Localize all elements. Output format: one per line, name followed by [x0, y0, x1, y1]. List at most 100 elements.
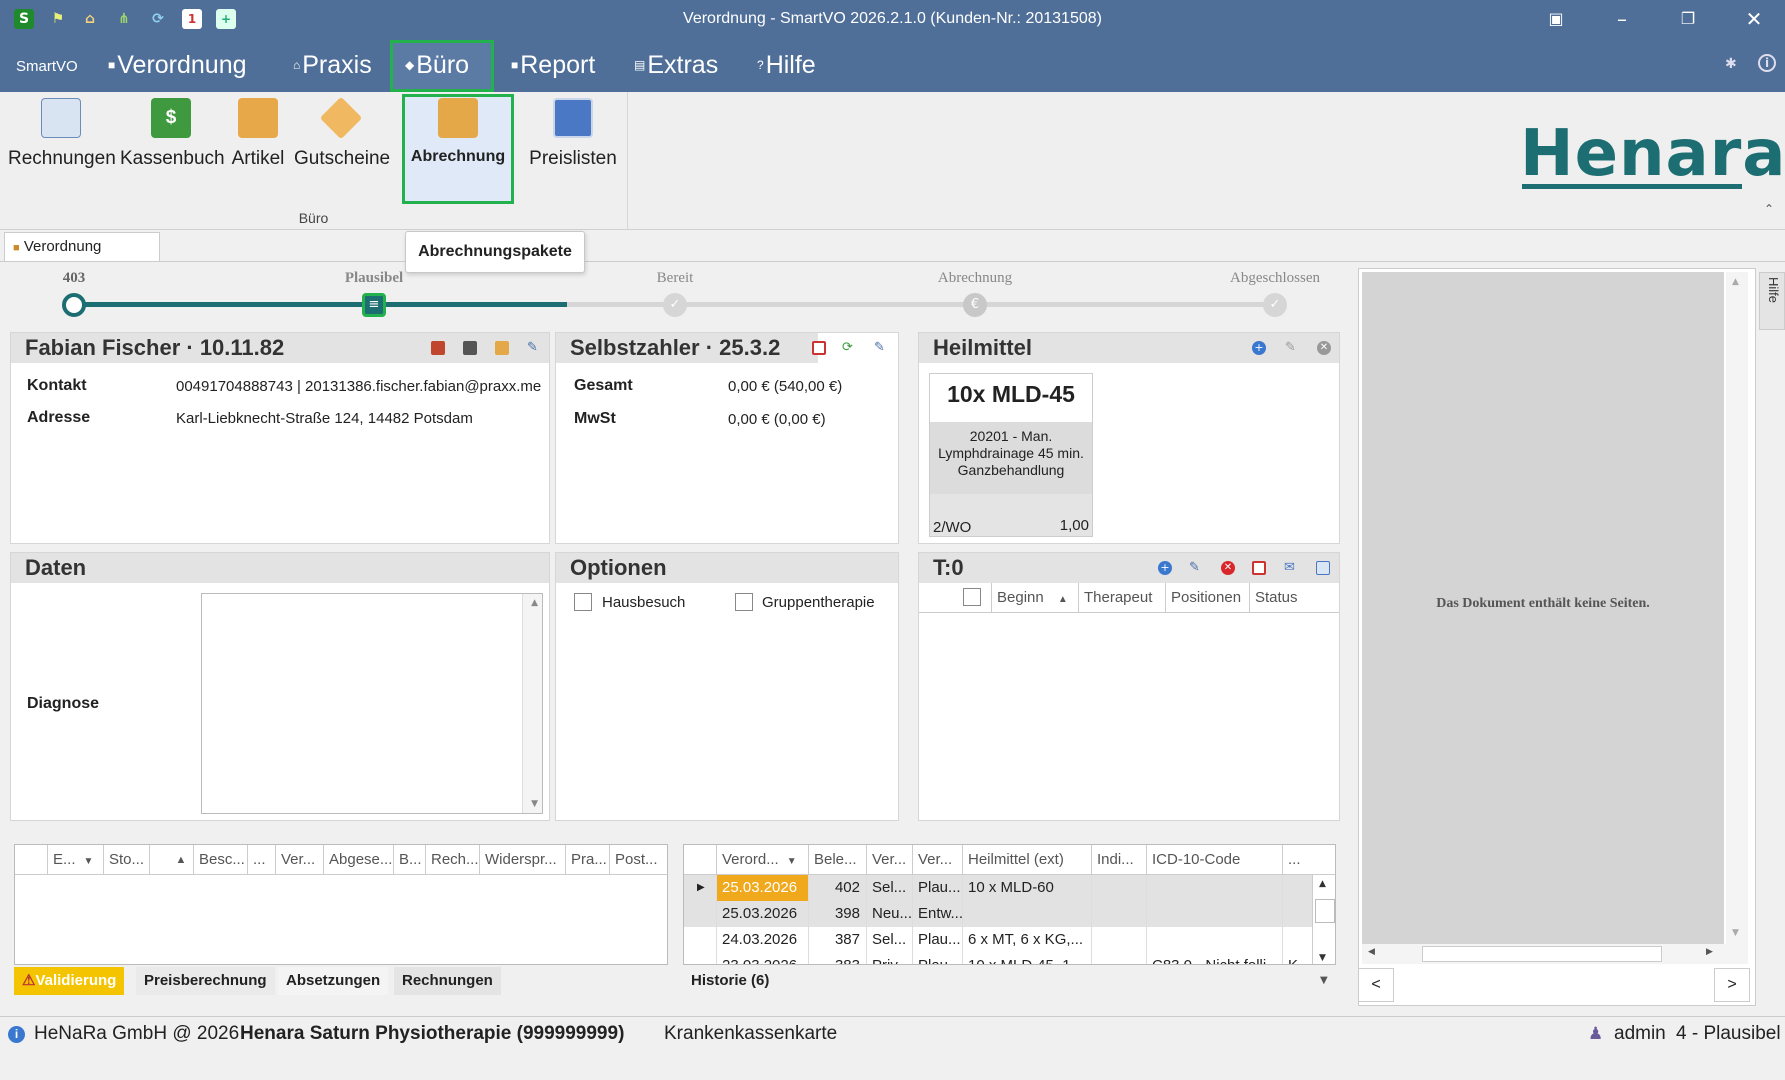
col-positionen[interactable]: Positionen	[1165, 583, 1245, 613]
mail-icon[interactable]: ✉	[1284, 561, 1298, 575]
scroll-down-icon[interactable]: ▼	[1732, 928, 1739, 938]
close-button[interactable]: ✕	[1724, 0, 1784, 38]
step-current-icon[interactable]: ≡	[362, 293, 386, 317]
col-sto[interactable]: Sto...	[103, 845, 149, 875]
edit-icon[interactable]: ✎	[874, 341, 888, 355]
ribbon-gutscheine-button[interactable]: Gutscheine	[294, 96, 390, 196]
hscroll-thumb[interactable]	[1422, 946, 1662, 962]
step-complete-icon[interactable]: ✓	[1263, 293, 1287, 317]
ribbon-kassenbuch-button[interactable]: $ Kassenbuch	[120, 98, 225, 196]
minimize-button[interactable]: –	[1592, 0, 1652, 38]
menu-verordnung[interactable]: ■Verordnung	[108, 50, 247, 80]
current-row-indicator-icon: ▶	[697, 882, 705, 893]
menu-praxis[interactable]: ⌂Praxis	[293, 50, 372, 80]
layout-icon[interactable]: ▣	[1526, 0, 1586, 38]
hilfe-side-tab[interactable]: Hilfe	[1759, 272, 1785, 330]
tab-validierung[interactable]: ⚠Validierung	[14, 967, 125, 995]
diagnose-textarea[interactable]: ▲ ▼	[201, 593, 543, 814]
scroll-down-icon[interactable]: ▼	[1319, 953, 1326, 963]
package-icon[interactable]	[495, 341, 509, 355]
col-therapeut[interactable]: Therapeut	[1078, 583, 1158, 613]
menu-hilfe[interactable]: ?Hilfe	[757, 50, 816, 80]
menu-report[interactable]: ■Report	[511, 50, 595, 80]
list-icon[interactable]	[463, 341, 477, 355]
heilmittel-panel: Heilmittel + ✎ ✕ 10x MLD-45 20201 - Man.…	[918, 332, 1340, 544]
ribbon-artikel-button[interactable]: Artikel	[228, 98, 288, 196]
prev-page-button[interactable]: <	[1358, 968, 1394, 1002]
preview-hscroll[interactable]: ◀ ▶	[1362, 944, 1748, 964]
vscroll-thumb[interactable]	[1315, 899, 1335, 923]
col-beginn[interactable]: Beginn ▲	[991, 583, 1078, 613]
calendar-icon[interactable]	[812, 341, 826, 355]
col-e[interactable]: E... ▼	[47, 845, 103, 875]
hausbesuch-checkbox[interactable]	[574, 593, 592, 611]
heilmittel-card[interactable]: 10x MLD-45 20201 - Man. Lymphdrainage 45…	[929, 373, 1093, 537]
info-icon[interactable]: i	[1758, 54, 1776, 72]
col-more[interactable]: ...	[1282, 845, 1310, 875]
add-icon[interactable]: +	[1158, 561, 1172, 575]
tab-preisberechnung[interactable]: Preisberechnung	[136, 967, 275, 995]
col-abgese[interactable]: Abgese...	[323, 845, 393, 875]
col-ver-a[interactable]: Ver...	[866, 845, 912, 875]
col-widerspr[interactable]: Widerspr...	[479, 845, 565, 875]
scroll-up-icon[interactable]: ▲	[1319, 879, 1326, 889]
col-rech[interactable]: Rech...	[425, 845, 479, 875]
add-icon[interactable]: +	[1252, 341, 1266, 355]
step-check-icon[interactable]: ✓	[663, 293, 687, 317]
col-ver[interactable]: Ver...	[275, 845, 323, 875]
history-row[interactable]: 25.03.2026 398 Neu... Entw...	[684, 901, 1312, 927]
tab-absetzungen[interactable]: Absetzungen	[278, 967, 389, 995]
restore-button[interactable]: ❐	[1658, 0, 1718, 38]
col-besc[interactable]: Besc...	[193, 845, 247, 875]
remove-icon[interactable]: ✕	[1317, 341, 1331, 355]
history-dropdown-icon[interactable]: ▼	[1320, 975, 1328, 986]
gruppentherapie-checkbox[interactable]	[735, 593, 753, 611]
diagnose-scrollbar[interactable]	[522, 594, 542, 813]
col-post[interactable]: Post...	[609, 845, 667, 875]
col-ver-b[interactable]: Ver...	[912, 845, 962, 875]
col-indi[interactable]: Indi...	[1091, 845, 1146, 875]
refresh-icon[interactable]: ⟳	[842, 341, 856, 355]
ribbon-preislisten-button[interactable]: Preislisten	[528, 98, 618, 196]
scroll-right-icon[interactable]: ▶	[1706, 947, 1713, 957]
menu-extras[interactable]: ▤Extras	[634, 50, 718, 80]
menu-buero-label: Büro	[416, 51, 470, 79]
history-row[interactable]: ▶ 25.03.2026 402 Sel... Plau... 10 x MLD-60	[684, 875, 1312, 901]
preview-vscroll[interactable]: ▲ ▼	[1726, 272, 1748, 944]
edit-icon[interactable]: ✎	[1285, 341, 1299, 355]
step-done-icon[interactable]	[62, 293, 86, 317]
col-status[interactable]: Status	[1249, 583, 1339, 613]
tab-verordnung[interactable]: ■ Verordnung	[4, 232, 160, 262]
history-vscroll[interactable]: ▲ ▼	[1312, 875, 1335, 964]
col-icd[interactable]: ICD-10-Code	[1146, 845, 1282, 875]
tab-historie[interactable]: Historie (6)	[683, 967, 778, 995]
edit-icon[interactable]: ✎	[1189, 561, 1203, 575]
ribbon-abrechnung-button[interactable]: Abrechnung	[405, 98, 511, 196]
calendar-icon[interactable]	[1252, 561, 1266, 575]
settings-icon[interactable]: ✱	[1725, 56, 1737, 72]
col-verord[interactable]: Verord... ▼	[716, 845, 808, 875]
list-view-icon[interactable]	[1316, 561, 1330, 575]
col-pra[interactable]: Pra...	[565, 845, 609, 875]
scroll-up-icon[interactable]: ▲	[1732, 277, 1739, 287]
ribbon-rechnungen-button[interactable]: Rechnungen	[8, 98, 116, 196]
history-row[interactable]: 24.03.2026 387 Sel... Plau... 6 x MT, 6 x KG…	[684, 927, 1312, 953]
history-row[interactable]: 23.03.2026383Priv...Plau...10 x MLD-45, …	[684, 953, 1312, 964]
delete-icon[interactable]: ✕	[1221, 561, 1235, 575]
step-euro-icon[interactable]: €	[963, 293, 987, 317]
scroll-down-icon[interactable]: ▼	[531, 799, 538, 809]
menu-app[interactable]: SmartVO	[16, 58, 78, 75]
collapse-ribbon-icon[interactable]: ⌃	[1764, 202, 1774, 216]
edit-icon[interactable]: ✎	[527, 341, 541, 355]
col-bele[interactable]: Bele...	[808, 845, 866, 875]
briefcase-icon[interactable]	[431, 341, 445, 355]
col-dots[interactable]: ...	[247, 845, 275, 875]
scroll-left-icon[interactable]: ◀	[1368, 947, 1375, 957]
select-all-checkbox[interactable]	[963, 588, 981, 606]
next-page-button[interactable]: >	[1714, 968, 1750, 1002]
col-heilmittel[interactable]: Heilmittel (ext)	[962, 845, 1091, 875]
menu-buero[interactable]: ◆Büro	[405, 50, 469, 80]
tab-rechnungen[interactable]: Rechnungen	[394, 967, 501, 995]
scroll-up-icon[interactable]: ▲	[531, 598, 538, 608]
col-b[interactable]: B...	[393, 845, 425, 875]
